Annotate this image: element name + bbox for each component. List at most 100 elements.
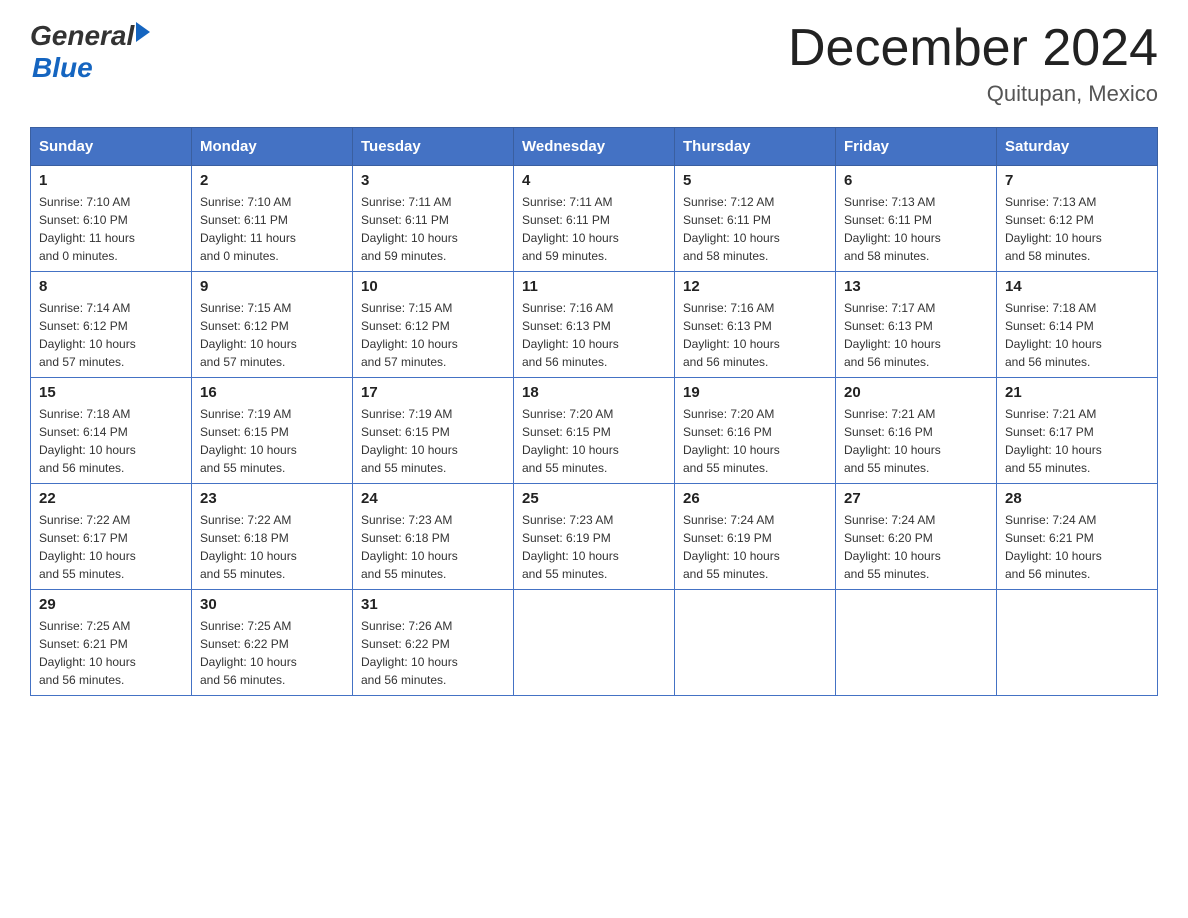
day-info: Sunrise: 7:12 AMSunset: 6:11 PMDaylight:… (683, 193, 827, 265)
logo-general-text: General (30, 20, 134, 52)
day-number: 19 (683, 384, 827, 401)
calendar-cell (675, 590, 836, 696)
calendar-cell: 30 Sunrise: 7:25 AMSunset: 6:22 PMDayligh… (192, 590, 353, 696)
day-info: Sunrise: 7:25 AMSunset: 6:21 PMDaylight:… (39, 617, 183, 689)
day-info: Sunrise: 7:24 AMSunset: 6:19 PMDaylight:… (683, 511, 827, 583)
day-number: 29 (39, 596, 183, 613)
day-info: Sunrise: 7:15 AMSunset: 6:12 PMDaylight:… (361, 299, 505, 371)
day-number: 26 (683, 490, 827, 507)
weekday-header-saturday: Saturday (997, 128, 1158, 166)
day-number: 11 (522, 278, 666, 295)
calendar-cell: 24 Sunrise: 7:23 AMSunset: 6:18 PMDayligh… (353, 484, 514, 590)
day-number: 25 (522, 490, 666, 507)
month-title: December 2024 (788, 20, 1158, 77)
day-number: 17 (361, 384, 505, 401)
day-number: 4 (522, 172, 666, 189)
day-number: 1 (39, 172, 183, 189)
calendar-cell: 15 Sunrise: 7:18 AMSunset: 6:14 PMDayligh… (31, 378, 192, 484)
day-number: 30 (200, 596, 344, 613)
day-info: Sunrise: 7:22 AMSunset: 6:17 PMDaylight:… (39, 511, 183, 583)
weekday-header-sunday: Sunday (31, 128, 192, 166)
day-number: 15 (39, 384, 183, 401)
calendar-week-row: 1 Sunrise: 7:10 AMSunset: 6:10 PMDaylight… (31, 166, 1158, 272)
day-number: 14 (1005, 278, 1149, 295)
calendar-cell: 21Sunrise: 7:21 AMSunset: 6:17 PMDayligh… (997, 378, 1158, 484)
day-info: Sunrise: 7:24 AMSunset: 6:20 PMDaylight:… (844, 511, 988, 583)
calendar-table: SundayMondayTuesdayWednesdayThursdayFrid… (30, 127, 1158, 696)
day-info: Sunrise: 7:21 AMSunset: 6:16 PMDaylight:… (844, 405, 988, 477)
day-info: Sunrise: 7:19 AMSunset: 6:15 PMDaylight:… (200, 405, 344, 477)
calendar-cell: 22 Sunrise: 7:22 AMSunset: 6:17 PMDayligh… (31, 484, 192, 590)
calendar-cell: 19 Sunrise: 7:20 AMSunset: 6:16 PMDayligh… (675, 378, 836, 484)
day-info: Sunrise: 7:19 AMSunset: 6:15 PMDaylight:… (361, 405, 505, 477)
day-info: Sunrise: 7:11 AMSunset: 6:11 PMDaylight:… (361, 193, 505, 265)
calendar-cell: 31Sunrise: 7:26 AMSunset: 6:22 PMDayligh… (353, 590, 514, 696)
day-number: 24 (361, 490, 505, 507)
calendar-cell: 23 Sunrise: 7:22 AMSunset: 6:18 PMDayligh… (192, 484, 353, 590)
calendar-cell: 1 Sunrise: 7:10 AMSunset: 6:10 PMDaylight… (31, 166, 192, 272)
day-info: Sunrise: 7:23 AMSunset: 6:19 PMDaylight:… (522, 511, 666, 583)
page-header: General Blue December 2024 Quitupan, Mex… (30, 20, 1158, 107)
location-text: Quitupan, Mexico (788, 81, 1158, 107)
day-info: Sunrise: 7:13 AMSunset: 6:12 PMDaylight:… (1005, 193, 1149, 265)
weekday-header-monday: Monday (192, 128, 353, 166)
day-number: 9 (200, 278, 344, 295)
calendar-cell: 29 Sunrise: 7:25 AMSunset: 6:21 PMDayligh… (31, 590, 192, 696)
day-number: 5 (683, 172, 827, 189)
day-info: Sunrise: 7:14 AMSunset: 6:12 PMDaylight:… (39, 299, 183, 371)
logo: General Blue (30, 20, 150, 84)
day-info: Sunrise: 7:22 AMSunset: 6:18 PMDaylight:… (200, 511, 344, 583)
logo-arrow-icon (136, 22, 150, 42)
day-number: 8 (39, 278, 183, 295)
day-number: 12 (683, 278, 827, 295)
day-info: Sunrise: 7:24 AMSunset: 6:21 PMDaylight:… (1005, 511, 1149, 583)
day-info: Sunrise: 7:18 AMSunset: 6:14 PMDaylight:… (39, 405, 183, 477)
calendar-cell: 20 Sunrise: 7:21 AMSunset: 6:16 PMDayligh… (836, 378, 997, 484)
calendar-cell: 28 Sunrise: 7:24 AMSunset: 6:21 PMDayligh… (997, 484, 1158, 590)
calendar-cell: 14 Sunrise: 7:18 AMSunset: 6:14 PMDayligh… (997, 272, 1158, 378)
day-number: 2 (200, 172, 344, 189)
day-number: 20 (844, 384, 988, 401)
weekday-header-wednesday: Wednesday (514, 128, 675, 166)
weekday-header-thursday: Thursday (675, 128, 836, 166)
weekday-header-tuesday: Tuesday (353, 128, 514, 166)
calendar-cell: 9 Sunrise: 7:15 AMSunset: 6:12 PMDaylight… (192, 272, 353, 378)
day-info: Sunrise: 7:25 AMSunset: 6:22 PMDaylight:… (200, 617, 344, 689)
calendar-cell: 18Sunrise: 7:20 AMSunset: 6:15 PMDayligh… (514, 378, 675, 484)
day-info: Sunrise: 7:13 AMSunset: 6:11 PMDaylight:… (844, 193, 988, 265)
day-number: 3 (361, 172, 505, 189)
day-info: Sunrise: 7:15 AMSunset: 6:12 PMDaylight:… (200, 299, 344, 371)
day-info: Sunrise: 7:17 AMSunset: 6:13 PMDaylight:… (844, 299, 988, 371)
calendar-cell: 16Sunrise: 7:19 AMSunset: 6:15 PMDayligh… (192, 378, 353, 484)
logo-blue-text: Blue (32, 52, 150, 84)
day-info: Sunrise: 7:11 AMSunset: 6:11 PMDaylight:… (522, 193, 666, 265)
calendar-cell: 12 Sunrise: 7:16 AMSunset: 6:13 PMDayligh… (675, 272, 836, 378)
day-number: 23 (200, 490, 344, 507)
calendar-cell: 7Sunrise: 7:13 AMSunset: 6:12 PMDaylight… (997, 166, 1158, 272)
calendar-cell: 13Sunrise: 7:17 AMSunset: 6:13 PMDayligh… (836, 272, 997, 378)
calendar-week-row: 8 Sunrise: 7:14 AMSunset: 6:12 PMDaylight… (31, 272, 1158, 378)
day-info: Sunrise: 7:20 AMSunset: 6:16 PMDaylight:… (683, 405, 827, 477)
title-section: December 2024 Quitupan, Mexico (788, 20, 1158, 107)
calendar-cell: 25 Sunrise: 7:23 AMSunset: 6:19 PMDayligh… (514, 484, 675, 590)
day-info: Sunrise: 7:23 AMSunset: 6:18 PMDaylight:… (361, 511, 505, 583)
day-number: 28 (1005, 490, 1149, 507)
weekday-header-row: SundayMondayTuesdayWednesdayThursdayFrid… (31, 128, 1158, 166)
calendar-cell: 27Sunrise: 7:24 AMSunset: 6:20 PMDayligh… (836, 484, 997, 590)
calendar-cell: 4 Sunrise: 7:11 AMSunset: 6:11 PMDaylight… (514, 166, 675, 272)
day-info: Sunrise: 7:16 AMSunset: 6:13 PMDaylight:… (683, 299, 827, 371)
day-info: Sunrise: 7:18 AMSunset: 6:14 PMDaylight:… (1005, 299, 1149, 371)
day-number: 6 (844, 172, 988, 189)
calendar-cell: 5 Sunrise: 7:12 AMSunset: 6:11 PMDaylight… (675, 166, 836, 272)
calendar-week-row: 15 Sunrise: 7:18 AMSunset: 6:14 PMDayligh… (31, 378, 1158, 484)
calendar-cell: 10Sunrise: 7:15 AMSunset: 6:12 PMDayligh… (353, 272, 514, 378)
day-info: Sunrise: 7:26 AMSunset: 6:22 PMDaylight:… (361, 617, 505, 689)
day-info: Sunrise: 7:10 AMSunset: 6:10 PMDaylight:… (39, 193, 183, 265)
day-number: 22 (39, 490, 183, 507)
calendar-cell: 11Sunrise: 7:16 AMSunset: 6:13 PMDayligh… (514, 272, 675, 378)
weekday-header-friday: Friday (836, 128, 997, 166)
calendar-week-row: 29 Sunrise: 7:25 AMSunset: 6:21 PMDayligh… (31, 590, 1158, 696)
calendar-cell (514, 590, 675, 696)
calendar-cell: 8 Sunrise: 7:14 AMSunset: 6:12 PMDaylight… (31, 272, 192, 378)
day-number: 18 (522, 384, 666, 401)
